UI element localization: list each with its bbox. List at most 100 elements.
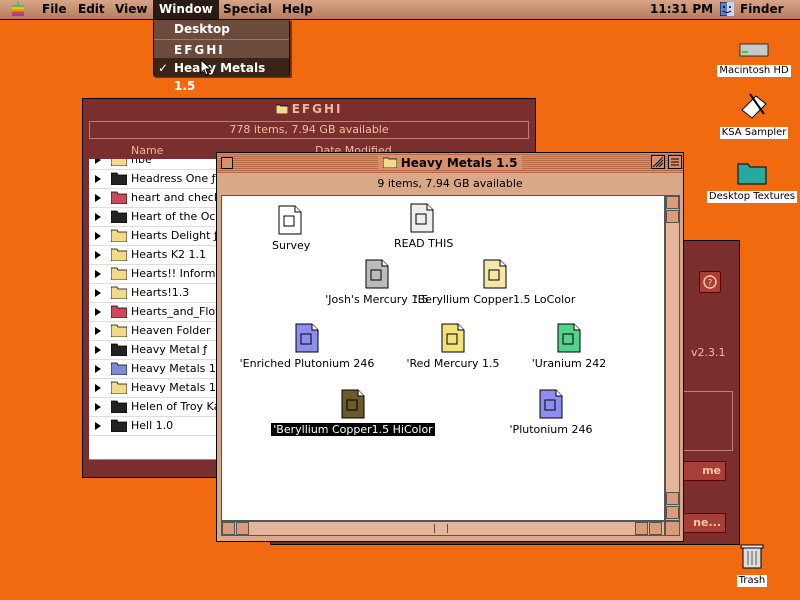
list-item[interactable]: Hearts Delight ƒ	[89, 227, 219, 246]
list-item[interactable]: Heaven Folder	[89, 322, 219, 341]
help-button[interactable]: ?	[699, 271, 721, 293]
disclosure-triangle-icon[interactable]	[95, 213, 101, 221]
folder-dark-icon	[111, 210, 127, 223]
app-menu-finder[interactable]: Finder	[740, 0, 784, 19]
efghi-titlebar[interactable]: EFGHI	[83, 99, 535, 119]
hm-info-bar: 9 items, 7.94 GB available	[377, 177, 523, 190]
list-item[interactable]: Heavy Metals 1.5	[89, 360, 219, 379]
disclosure-triangle-icon[interactable]	[95, 175, 101, 183]
scroll-up-arrow[interactable]	[666, 196, 679, 209]
hm-titlebar[interactable]: Heavy Metals 1.5	[217, 153, 683, 173]
scroll-left-arrow[interactable]	[222, 522, 235, 535]
checkmark-icon: ✓	[158, 61, 169, 75]
resize-box[interactable]	[665, 521, 680, 536]
svg-text:?: ?	[708, 279, 713, 289]
list-item[interactable]: Hearts K2 1.1	[89, 246, 219, 265]
menu-clock[interactable]: 11:31 PM	[650, 0, 713, 19]
list-item[interactable]: Heavy Metals 1.5	[89, 379, 219, 398]
file-icon-label: 'Plutonium 246	[509, 423, 593, 436]
disclosure-triangle-icon[interactable]	[95, 232, 101, 240]
file-icon-item[interactable]: 'Uranium 242	[484, 322, 654, 370]
list-item[interactable]: hbe	[89, 159, 219, 170]
efghi-title: EFGHI	[291, 102, 343, 116]
menu-special[interactable]: Special	[217, 0, 278, 19]
bg-button-1[interactable]: me	[681, 461, 726, 481]
scroll-left-arrow-right[interactable]	[635, 522, 648, 535]
scroll-down-arrow-2[interactable]	[666, 506, 679, 519]
scroll-thumb-grip[interactable]	[434, 524, 448, 533]
finder-icon[interactable]	[720, 2, 734, 16]
list-item[interactable]: Hearts!1.3	[89, 284, 219, 303]
list-item[interactable]: Headress One ƒ	[89, 170, 219, 189]
file-icon-label: 'Enriched Plutonium 246	[239, 357, 375, 370]
hm-horizontal-scrollbar[interactable]	[221, 521, 665, 536]
menu-help[interactable]: Help	[276, 0, 319, 19]
desktop-icon-ksa-sampler[interactable]: KSA Sampler	[716, 90, 792, 139]
list-item[interactable]: Hearts_and_Flowe	[89, 303, 219, 322]
list-item[interactable]: Hearts!! Informati	[89, 265, 219, 284]
menu-bar: File Edit View Window Special Help 11:31…	[0, 0, 800, 20]
scroll-right-arrow[interactable]	[649, 522, 662, 535]
file-icon-item[interactable]: READ THIS	[392, 202, 453, 250]
window-menu-item-efghi[interactable]: EFGHI	[154, 41, 289, 59]
menu-separator	[154, 39, 289, 40]
folder-dark-icon	[111, 419, 127, 432]
folder-icon	[737, 163, 767, 185]
scroll-down-arrow[interactable]	[666, 492, 679, 505]
scroll-right-arrow-left[interactable]	[236, 522, 249, 535]
menu-file[interactable]: File	[36, 0, 73, 19]
column-name[interactable]: Name	[131, 144, 163, 157]
disclosure-triangle-icon[interactable]	[95, 422, 101, 430]
yellow-document-icon	[441, 323, 465, 353]
efghi-file-list[interactable]: hbe Headress One ƒ heart and check1 Heart o…	[89, 159, 219, 459]
help-circle-icon: ?	[703, 275, 717, 289]
collapse-icon	[671, 158, 679, 166]
desktop-icon-trash[interactable]: Trash	[730, 540, 774, 587]
zoom-box[interactable]	[651, 155, 665, 169]
disclosure-triangle-icon[interactable]	[95, 251, 101, 259]
disclosure-triangle-icon[interactable]	[95, 384, 101, 392]
file-name: Hell 1.0	[131, 419, 174, 432]
window-menu-item-desktop[interactable]: Desktop	[154, 20, 289, 38]
disclosure-triangle-icon[interactable]	[95, 159, 101, 164]
file-icon-item[interactable]: 'Plutonium 246	[466, 388, 636, 436]
hard-drive-icon	[739, 43, 769, 57]
folder-icon	[111, 248, 127, 261]
scroll-up-arrow-2[interactable]	[666, 210, 679, 223]
file-icon-label: Survey	[272, 239, 311, 252]
list-item[interactable]: Helen of Troy Kal	[89, 398, 219, 417]
disclosure-triangle-icon[interactable]	[95, 346, 101, 354]
hm-vertical-scrollbar[interactable]	[665, 195, 680, 521]
olive-document-icon	[341, 389, 365, 419]
disclosure-triangle-icon[interactable]	[95, 289, 101, 297]
file-icon-item[interactable]: Survey	[270, 204, 310, 252]
file-icon-item[interactable]: 'Beryllium Copper1.5 HiColor	[268, 388, 438, 436]
menu-edit[interactable]: Edit	[72, 0, 111, 19]
file-name: Heavy Metals 1.5	[131, 362, 219, 375]
window-menu-item-heavy-metals[interactable]: ✓ Heavy Metals 1.5	[154, 59, 289, 93]
app-icon	[111, 191, 127, 204]
menu-window[interactable]: Window	[153, 0, 219, 19]
disclosure-triangle-icon[interactable]	[95, 327, 101, 335]
hm-icon-view[interactable]: Survey READ THIS 'Josh's Mercury 1.5 'Beryl…	[221, 195, 665, 521]
file-icon-item[interactable]: 'Beryllium Copper1.5 LoColor	[410, 258, 580, 306]
heavy-metals-window[interactable]: Heavy Metals 1.5 9 items, 7.94 GB availa…	[216, 152, 684, 542]
list-item[interactable]: Heavy Metal ƒ	[89, 341, 219, 360]
collapse-box[interactable]	[668, 155, 682, 169]
desktop-icon-desktop-textures[interactable]: Desktop Textures	[706, 160, 798, 203]
list-item[interactable]: Heart of the Ocean	[89, 208, 219, 227]
disclosure-triangle-icon[interactable]	[95, 194, 101, 202]
disclosure-triangle-icon[interactable]	[95, 308, 101, 316]
desktop-icon-macintosh-hd[interactable]: Macintosh HD	[716, 40, 792, 77]
blue-document-icon	[295, 323, 319, 353]
list-item[interactable]: heart and check1	[89, 189, 219, 208]
menu-view[interactable]: View	[109, 0, 153, 19]
file-icon-item[interactable]: 'Enriched Plutonium 246	[222, 322, 392, 370]
disclosure-triangle-icon[interactable]	[95, 403, 101, 411]
list-item[interactable]: Hell 1.0	[89, 417, 219, 436]
disclosure-triangle-icon[interactable]	[95, 365, 101, 373]
disclosure-triangle-icon[interactable]	[95, 270, 101, 278]
bg-button-2[interactable]: ne...	[681, 513, 726, 533]
file-name: Helen of Troy Kal	[131, 400, 219, 413]
apple-menu-icon[interactable]	[10, 1, 26, 18]
